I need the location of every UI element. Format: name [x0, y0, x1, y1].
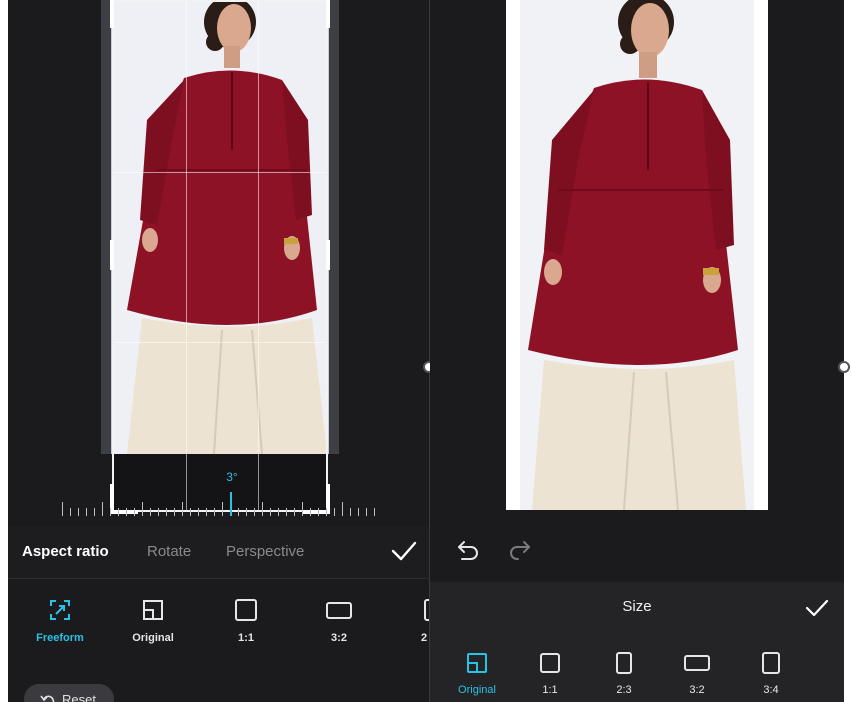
size-label: 3:4: [763, 684, 779, 696]
size-panel: Size Original 1:1 2:3 3:2 3:4: [430, 582, 844, 702]
ruler-tick: [174, 508, 175, 516]
ratio-option-partial[interactable]: 2: [397, 598, 429, 644]
ruler-tick: [326, 508, 327, 516]
rotation-ruler[interactable]: [62, 498, 382, 518]
portrait-ratio-icon: [762, 652, 780, 674]
square-ratio-icon: [540, 653, 560, 673]
size-option-1-1[interactable]: 1:1: [520, 652, 580, 696]
ruler-tick: [110, 508, 111, 516]
size-label: 1:1: [542, 684, 558, 696]
size-title: Size: [622, 598, 652, 615]
ruler-tick: [254, 508, 255, 516]
size-option-3-4[interactable]: 3:4: [741, 652, 801, 696]
ruler-tick: [102, 502, 103, 516]
tab-rotate[interactable]: Rotate: [147, 543, 191, 560]
ruler-tick: [334, 508, 335, 516]
grid-line: [114, 172, 326, 173]
ruler-tick: [134, 508, 135, 516]
check-icon[interactable]: [805, 598, 829, 618]
reset-button[interactable]: Reset: [24, 684, 114, 702]
ruler-tick: [286, 508, 287, 516]
ruler-tick: [62, 502, 63, 516]
ruler-tick: [222, 502, 223, 516]
crop-handle-left[interactable]: [110, 240, 114, 270]
size-option-2-3[interactable]: 2:3: [594, 652, 654, 696]
ruler-tick: [150, 508, 151, 516]
landscape-ratio-icon: [326, 602, 352, 619]
ratio-label: 3:2: [331, 632, 347, 644]
grid-line: [114, 342, 326, 343]
size-label: Original: [458, 684, 496, 696]
right-size-editor: Size Original 1:1 2:3 3:2 3:4: [430, 0, 844, 702]
ruler-tick: [318, 508, 319, 516]
ruler-tick: [246, 508, 247, 516]
ratio-option-3-2[interactable]: 3:2: [304, 598, 374, 644]
ratio-option-1-1[interactable]: 1:1: [211, 598, 281, 644]
redo-icon[interactable]: [506, 538, 532, 562]
ratio-label: Original: [132, 632, 174, 644]
ruler-tick: [142, 502, 143, 516]
ruler-tick: [278, 508, 279, 516]
ruler-tick: [190, 508, 191, 516]
rotation-angle: 3°: [226, 470, 238, 484]
ruler-tick: [294, 508, 295, 516]
ruler-tick: [126, 508, 127, 516]
ruler-tick: [214, 508, 215, 516]
model-photo: [506, 0, 768, 510]
size-label: 2:3: [616, 684, 632, 696]
crop-frame[interactable]: [112, 0, 328, 512]
size-option-original[interactable]: Original: [447, 652, 507, 696]
check-icon[interactable]: [391, 540, 417, 562]
ruler-tick: [238, 508, 239, 516]
portrait-ratio-icon: [616, 652, 632, 674]
grid-line: [186, 2, 187, 510]
ruler-tick: [166, 508, 167, 516]
ruler-tick: [70, 508, 71, 516]
grid-line: [258, 2, 259, 510]
ruler-tick: [270, 508, 271, 516]
ruler-tick: [182, 502, 183, 516]
ruler-tick: [198, 508, 199, 516]
reset-label: Reset: [62, 692, 96, 702]
ruler-tick: [206, 508, 207, 516]
ratio-option-original[interactable]: Original: [118, 598, 188, 644]
ruler-tick: [302, 502, 303, 516]
ruler-tick: [358, 508, 359, 516]
ratio-label: 2: [421, 632, 428, 644]
rotation-indicator: [230, 492, 232, 516]
crop-handle-top-left[interactable]: [110, 0, 114, 28]
freeform-icon: [50, 600, 70, 620]
right-edge-handle[interactable]: [838, 361, 850, 373]
size-option-3-2[interactable]: 3:2: [667, 652, 727, 696]
original-ratio-icon: [467, 653, 487, 673]
crop-handle-top-right[interactable]: [326, 0, 330, 28]
ratio-label: 1:1: [238, 632, 254, 644]
ruler-tick: [374, 508, 375, 516]
landscape-ratio-icon: [684, 655, 710, 671]
ruler-tick: [366, 508, 367, 516]
ruler-tick: [158, 508, 159, 516]
reset-icon: [40, 695, 55, 702]
size-label: 3:2: [689, 684, 705, 696]
crop-handle-right[interactable]: [326, 240, 330, 270]
tab-perspective[interactable]: Perspective: [226, 543, 304, 560]
tab-aspect-ratio[interactable]: Aspect ratio: [22, 543, 109, 560]
ruler-tick: [310, 508, 311, 516]
square-ratio-icon: [235, 599, 257, 621]
left-crop-editor: 3° Aspect ratio Rotate Perspective Freef…: [8, 0, 429, 702]
original-ratio-icon: [143, 600, 163, 620]
ratio-option-freeform[interactable]: Freeform: [25, 598, 95, 644]
ruler-tick: [94, 508, 95, 516]
ruler-tick: [350, 508, 351, 516]
undo-icon[interactable]: [456, 538, 482, 562]
ruler-tick: [118, 508, 119, 516]
ruler-tick: [342, 502, 343, 516]
aspect-ratio-options: Freeform Original 1:1 3:2 2: [8, 580, 429, 670]
ruler-tick: [78, 508, 79, 516]
ratio-label: Freeform: [36, 632, 84, 644]
crop-tab-bar: Aspect ratio Rotate Perspective: [8, 526, 429, 579]
history-controls: [430, 530, 844, 570]
ruler-tick: [262, 502, 263, 516]
ruler-tick: [86, 508, 87, 516]
